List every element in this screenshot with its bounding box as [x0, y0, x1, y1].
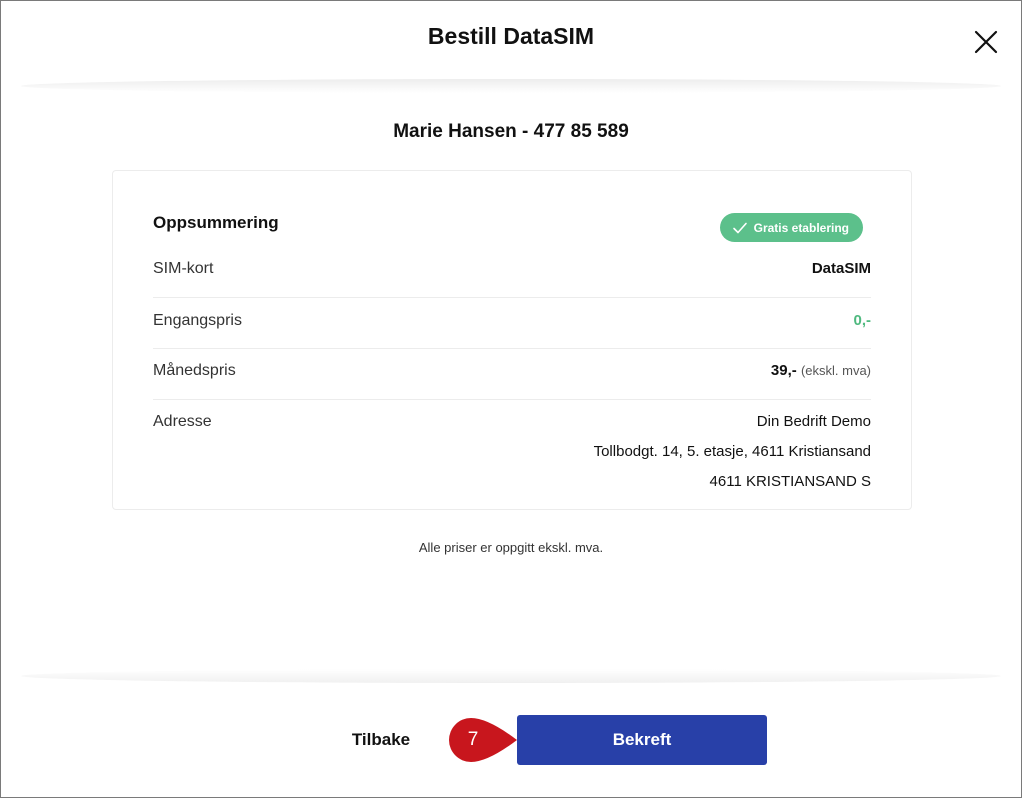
row-value: 0,- [853, 312, 871, 329]
row-divider [153, 399, 871, 400]
footer-divider [21, 669, 1001, 683]
step-marker: 7 [448, 717, 518, 763]
header-divider [21, 79, 1001, 93]
summary-card: Oppsummering Gratis etablering SIM-kort … [112, 170, 912, 510]
row-label: Engangspris [153, 312, 242, 329]
address-line: Tollbodgt. 14, 5. etasje, 4611 Kristians… [593, 443, 871, 460]
subscriber-name: Marie Hansen - 477 85 589 [393, 121, 629, 142]
price-note: Alle priser er oppgitt ekskl. mva. [418, 540, 604, 555]
row-label: SIM-kort [153, 260, 214, 277]
row-value: DataSIM [811, 260, 871, 277]
close-icon [974, 30, 998, 54]
modal-header: Bestill DataSIM [1, 1, 1021, 81]
back-button[interactable]: Tilbake [331, 715, 431, 765]
badge-label: Gratis etablering [753, 220, 849, 235]
summary-title: Oppsummering [153, 213, 279, 232]
row-label: Månedspris [153, 362, 236, 379]
address-line: Din Bedrift Demo [756, 413, 871, 430]
row-divider [153, 348, 871, 349]
modal-title: Bestill DataSIM [427, 23, 595, 49]
free-setup-badge: Gratis etablering [719, 213, 863, 242]
row-divider [153, 297, 871, 298]
checkmark-icon [732, 222, 747, 233]
modal-frame: Bestill DataSIM Marie Hansen - 477 85 58… [0, 0, 1022, 798]
vat-suffix: (ekskl. mva) [800, 363, 871, 378]
confirm-button[interactable]: Bekreft [517, 715, 767, 765]
row-value: 39,- (ekskl. mva) [771, 362, 871, 379]
close-button[interactable] [973, 29, 999, 55]
address-line: 4611 KRISTIANSAND S [709, 473, 871, 490]
step-marker-number: 7 [467, 729, 479, 750]
address-value: Din Bedrift Demo Tollbodgt. 14, 5. etasj… [594, 407, 871, 497]
row-label: Adresse [153, 413, 212, 430]
monthly-price: 39,- [770, 362, 797, 379]
